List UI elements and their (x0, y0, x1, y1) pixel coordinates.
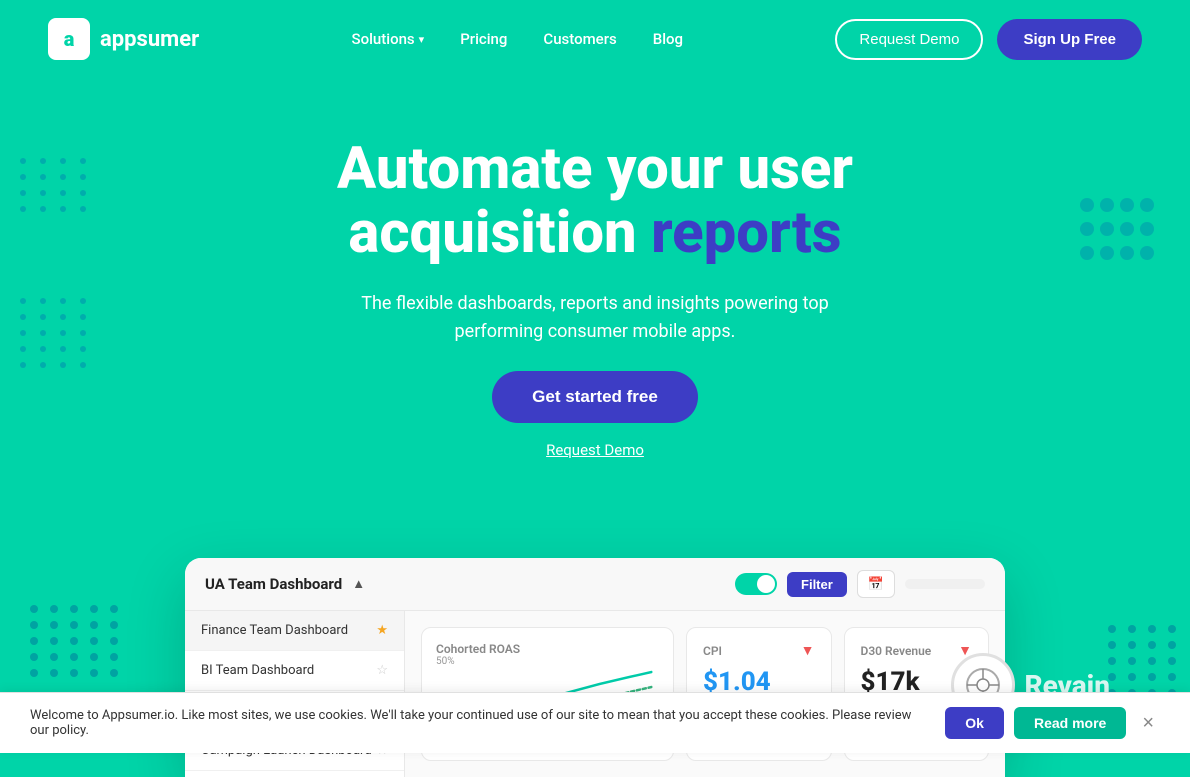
nav-pricing[interactable]: Pricing (460, 30, 507, 48)
sidebar-item-finance[interactable]: Finance Team Dashboard ★ (185, 611, 404, 651)
dots-decoration-left-bottom (20, 298, 90, 368)
logo-text: appsumer (100, 27, 199, 52)
nav-buttons: Request Demo Sign Up Free (835, 19, 1142, 60)
chart-label-50: 50% (436, 656, 455, 667)
dashboard-chevron-icon[interactable]: ▲ (352, 576, 365, 592)
cookie-buttons: Ok Read more × (945, 707, 1160, 739)
star-icon: ★ (376, 623, 388, 638)
sidebar-bi-label: BI Team Dashboard (201, 663, 314, 678)
nav-links: Solutions ▾ Pricing Customers Blog (352, 30, 684, 48)
dashboard-controls: Filter 📅 (735, 570, 985, 598)
hero-demo-link[interactable]: Request Demo (40, 441, 1150, 459)
star-empty-icon: ☆ (376, 663, 388, 678)
dots-bottom-right (1108, 625, 1180, 697)
navbar: a appsumer Solutions ▾ Pricing Customers… (0, 0, 1190, 78)
cookie-text: Welcome to Appsumer.io. Like most sites,… (30, 708, 925, 738)
dashboard-title: UA Team Dashboard (205, 575, 342, 593)
dashboard-title-row: UA Team Dashboard ▲ (205, 575, 365, 593)
nav-blog[interactable]: Blog (653, 30, 683, 48)
cpi-title: CPI ▼ (703, 642, 815, 659)
calendar-icon: 📅 (868, 576, 884, 592)
cpi-arrow-down-icon: ▼ (801, 642, 815, 659)
cookie-close-button[interactable]: × (1136, 712, 1160, 735)
toggle-switch[interactable] (735, 573, 777, 595)
cookie-read-more-button[interactable]: Read more (1014, 707, 1126, 739)
sign-up-button[interactable]: Sign Up Free (997, 19, 1142, 60)
hero-subtext: The flexible dashboards, reports and ins… (335, 290, 855, 348)
dots-bottom-left (30, 605, 122, 677)
request-demo-button[interactable]: Request Demo (835, 19, 983, 60)
hero-headline: Automate your user acquisition reports (245, 138, 945, 266)
dashboard-header: UA Team Dashboard ▲ Filter 📅 (185, 558, 1005, 611)
date-range (905, 579, 985, 589)
filter-button[interactable]: Filter (787, 572, 847, 597)
cookie-banner: Welcome to Appsumer.io. Like most sites,… (0, 692, 1190, 753)
logo[interactable]: a appsumer (48, 18, 199, 60)
sidebar-finance-label: Finance Team Dashboard (201, 623, 348, 638)
toggle-thumb (757, 575, 775, 593)
get-started-button[interactable]: Get started free (492, 371, 698, 423)
logo-icon: a (48, 18, 90, 60)
cookie-ok-button[interactable]: Ok (945, 707, 1004, 739)
calendar-button[interactable]: 📅 (857, 570, 895, 598)
cohorted-roas-title: Cohorted ROAS (436, 642, 659, 656)
sidebar-item-bi[interactable]: BI Team Dashboard ☆ (185, 651, 404, 691)
nav-customers[interactable]: Customers (543, 30, 616, 48)
dots-decoration-left-top (20, 158, 90, 212)
hero-section: Automate your user acquisition reports T… (0, 78, 1190, 558)
chevron-down-icon: ▾ (419, 33, 425, 46)
nav-solutions[interactable]: Solutions ▾ (352, 30, 425, 48)
dots-decoration-right (1080, 198, 1150, 260)
